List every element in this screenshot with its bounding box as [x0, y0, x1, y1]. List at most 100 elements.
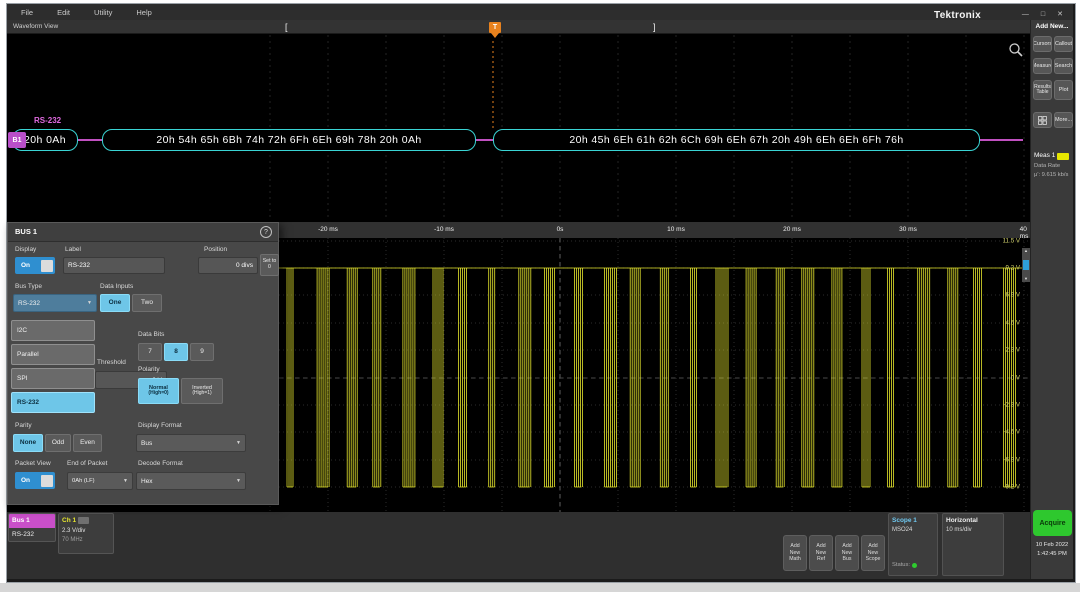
measure-button[interactable]: Measure: [1033, 58, 1052, 74]
menu-file[interactable]: File: [21, 8, 33, 17]
scale-scrollbar[interactable]: ▲ ▼: [1022, 248, 1030, 282]
position-label: Position: [204, 246, 227, 253]
bus-type-option-parallel[interactable]: Parallel: [11, 344, 95, 365]
acquire-button[interactable]: Acquire: [1033, 510, 1072, 536]
time-label: 1:42:45 PM: [1031, 551, 1073, 557]
label-input[interactable]: RS-232: [63, 257, 165, 274]
zoom-bracket-right[interactable]: ]: [653, 21, 656, 33]
menu-help[interactable]: Help: [136, 8, 151, 17]
display-toggle[interactable]: On: [15, 257, 55, 274]
horizontal-value: 10 ms/div: [946, 527, 1000, 533]
toggle-knob: [41, 260, 53, 272]
decode-format-value: Hex: [141, 478, 153, 485]
minimize-button[interactable]: —: [1022, 11, 1029, 18]
bus-type-label: Bus Type: [15, 283, 42, 290]
toggle-on-label: On: [21, 262, 30, 269]
right-sidebar: Add New... Cursors Callout Measure Searc…: [1030, 20, 1073, 579]
zoom-box-button[interactable]: [1033, 112, 1052, 128]
maximize-button[interactable]: □: [1041, 11, 1045, 18]
menu-bar: File Edit Utility Help Tektronix — □ ✕: [7, 4, 1073, 20]
meas1-value: μ': 9.615 kb/s: [1034, 172, 1068, 178]
dialog-title: BUS 1: [15, 227, 37, 236]
scroll-up-icon[interactable]: ▲: [1024, 249, 1028, 253]
menu-edit[interactable]: Edit: [57, 8, 70, 17]
bus-type-option-i2c[interactable]: I2C: [11, 320, 95, 341]
callout-button[interactable]: Callout: [1054, 36, 1073, 52]
end-of-packet-dropdown[interactable]: 0Ah (LF) ▼: [67, 472, 133, 490]
bus1-handle-badge[interactable]: B1: [8, 132, 26, 148]
data-bits-8-button[interactable]: 8: [164, 343, 188, 361]
decode-format-label: Decode Format: [138, 460, 183, 467]
add-new-header: Add New...: [1031, 23, 1073, 30]
bus-type-option-rs232[interactable]: RS-232: [11, 392, 95, 413]
ch1-badge-title: Ch 1: [62, 517, 76, 524]
grid-icon: [1038, 116, 1047, 125]
data-bits-label: Data Bits: [138, 331, 164, 338]
scope1-panel[interactable]: Scope 1 MSO24 Status:: [888, 513, 938, 576]
display-label: Display: [15, 246, 36, 253]
zoom-glass-icon[interactable]: [1008, 42, 1024, 58]
bus-decode-packet: 20h 54h 65h 6Bh 74h 72h 6Fh 6Eh 69h 78h …: [102, 129, 476, 151]
voltage-axis-label: 9.2 V: [1006, 265, 1020, 272]
bottom-bar: Bus 1 RS-232 Ch 1 2.3 V/div 70 MHz Add N…: [7, 512, 1030, 579]
bus-type-option-spi[interactable]: SPI: [11, 368, 95, 389]
ch1-badge[interactable]: Ch 1 2.3 V/div 70 MHz: [58, 513, 114, 554]
add-new-math-button[interactable]: Add New Math: [783, 535, 807, 571]
chevron-down-icon: ▼: [236, 478, 241, 484]
menu-utility[interactable]: Utility: [94, 8, 112, 17]
time-axis-label: -10 ms: [434, 226, 454, 233]
meas1-badge[interactable]: Meas 1: [1034, 152, 1055, 159]
parity-even-button[interactable]: Even: [73, 434, 102, 452]
add-new-ref-button[interactable]: Add New Ref: [809, 535, 833, 571]
scope1-model: MSO24: [892, 527, 934, 533]
set-to-zero-button[interactable]: Set to 0: [260, 254, 279, 276]
parity-odd-button[interactable]: Odd: [45, 434, 71, 452]
bus-type-dropdown[interactable]: RS-232 ▼: [13, 294, 97, 312]
data-inputs-two-button[interactable]: Two: [132, 294, 162, 312]
add-new-scope-button[interactable]: Add New Scope: [861, 535, 885, 571]
trigger-marker[interactable]: T: [489, 22, 501, 33]
results-table-button[interactable]: Results Table: [1033, 80, 1052, 100]
time-axis-label: 30 ms: [899, 226, 917, 233]
time-axis-label: 10 ms: [667, 226, 685, 233]
scroll-thumb[interactable]: [1023, 260, 1029, 270]
add-new-bus-button[interactable]: Add New Bus: [835, 535, 859, 571]
cursors-button[interactable]: Cursors: [1033, 36, 1052, 52]
voltage-axis-label: 0 V: [1011, 375, 1020, 382]
time-axis-label: 20 ms: [783, 226, 801, 233]
threshold-label: Threshold: [97, 359, 126, 366]
voltage-axis-label: 6.9 V: [1006, 292, 1020, 299]
polarity-normal-sub: (High=0): [148, 391, 168, 397]
voltage-axis-label: 4.6 V: [1006, 320, 1020, 327]
data-inputs-one-button[interactable]: One: [100, 294, 130, 312]
data-bits-9-button[interactable]: 9: [190, 343, 214, 361]
position-input[interactable]: 0 divs: [198, 257, 258, 274]
dialog-header[interactable]: BUS 1 ?: [8, 223, 278, 242]
search-button[interactable]: Search: [1054, 58, 1073, 74]
horizontal-title: Horizontal: [946, 517, 1000, 524]
plot-button[interactable]: Plot: [1054, 80, 1073, 100]
more-button[interactable]: More...: [1054, 112, 1073, 128]
polarity-inverted-button[interactable]: Inverted (High=1): [181, 378, 223, 404]
packet-view-toggle[interactable]: On: [15, 472, 55, 489]
bus1-badge-value: RS-232: [9, 528, 55, 541]
zoom-bracket-left[interactable]: [: [285, 21, 288, 33]
desktop-strip: [0, 583, 1080, 592]
decode-format-dropdown[interactable]: Hex ▼: [136, 472, 246, 490]
polarity-normal-button[interactable]: Normal (High=0): [138, 378, 179, 404]
close-button[interactable]: ✕: [1057, 11, 1063, 18]
parity-none-button[interactable]: None: [13, 434, 43, 452]
end-of-packet-value: 0Ah (LF): [72, 478, 95, 484]
horizontal-panel[interactable]: Horizontal 10 ms/div: [942, 513, 1004, 576]
toggle-on-label: On: [21, 477, 30, 484]
trigger-letter: T: [493, 24, 497, 31]
scope1-title: Scope 1: [892, 517, 934, 524]
display-format-dropdown[interactable]: Bus ▼: [136, 434, 246, 452]
scroll-down-icon[interactable]: ▼: [1024, 277, 1028, 281]
data-bits-7-button[interactable]: 7: [138, 343, 162, 361]
status-green-dot: [912, 563, 917, 568]
bus1-badge[interactable]: Bus 1 RS-232: [8, 513, 56, 542]
help-icon[interactable]: ?: [260, 226, 272, 238]
data-inputs-label: Data Inputs: [100, 283, 133, 290]
toggle-knob: [41, 475, 53, 487]
